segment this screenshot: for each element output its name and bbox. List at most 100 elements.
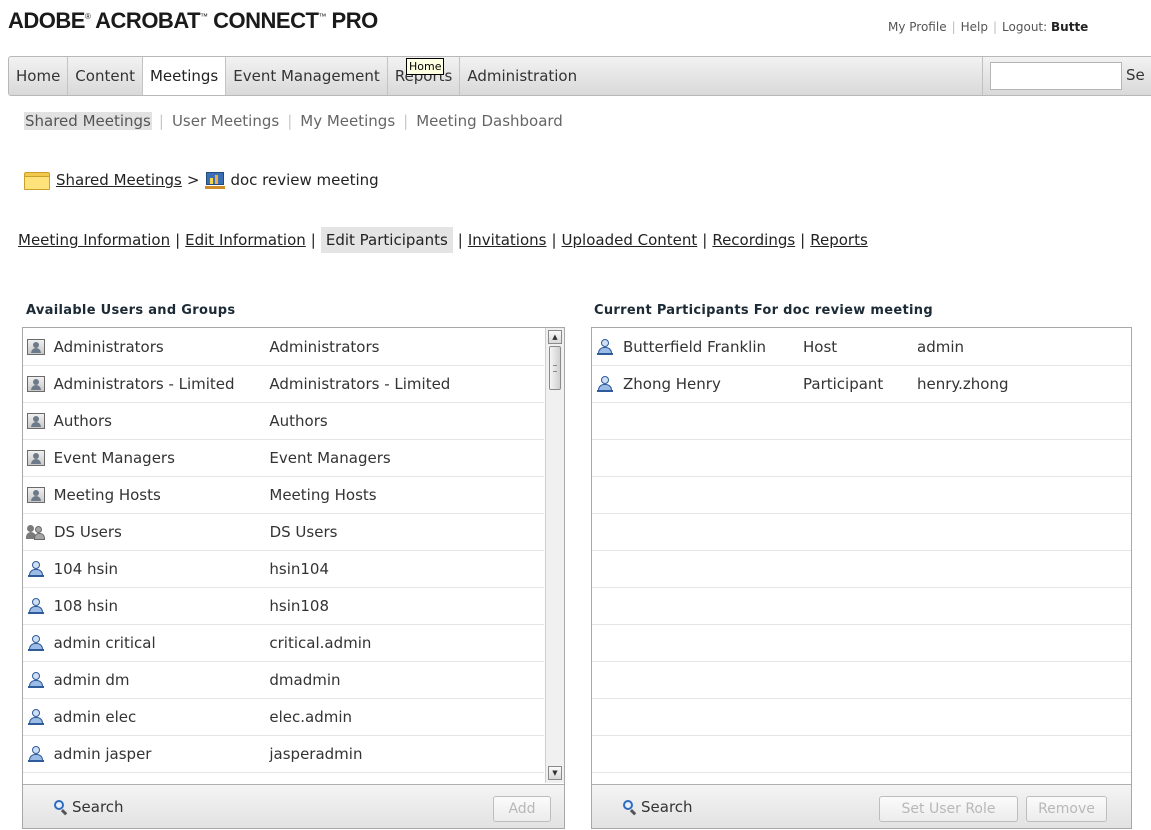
separator: | xyxy=(951,20,956,34)
available-user-row[interactable]: 104 hsin hsin104 xyxy=(23,551,544,588)
top-links: My Profile | Help | Logout: Butte xyxy=(888,20,1088,34)
user-name: admin elec xyxy=(53,708,137,726)
available-user-row[interactable]: admin elec elec.admin xyxy=(23,699,544,736)
row-icon-cell xyxy=(26,486,46,504)
available-users-footer: Search Add xyxy=(23,784,564,828)
user-name: 104 hsin xyxy=(53,560,119,578)
available-user-row[interactable]: admin jasper jasperadmin xyxy=(23,736,544,773)
participant-login: admin xyxy=(917,338,964,356)
tab-reports[interactable]: Reports xyxy=(810,231,868,249)
participants-search-button[interactable]: Search xyxy=(622,798,693,816)
nav-search-input[interactable] xyxy=(990,62,1122,90)
user-name: DS Users xyxy=(54,523,122,541)
available-users-panel: Administrators Administrators Administrato… xyxy=(22,327,565,829)
empty-row xyxy=(592,625,1131,662)
breadcrumb-current: doc review meeting xyxy=(230,171,379,189)
nav-content[interactable]: Content xyxy=(68,57,143,95)
user-login: Administrators xyxy=(269,338,380,356)
subnav-my-meetings[interactable]: My Meetings xyxy=(299,112,396,130)
scrollbar[interactable]: ▲ ▼ xyxy=(545,328,564,783)
current-participants-panel: Butterfield Franklin Host admin Zhong Henry… xyxy=(591,327,1132,829)
subnav-meeting-dashboard[interactable]: Meeting Dashboard xyxy=(415,112,564,130)
tab-edit-participants[interactable]: Edit Participants xyxy=(320,227,453,253)
logout-link[interactable]: Logout: xyxy=(1002,20,1047,34)
available-user-row[interactable]: DS Users DS Users xyxy=(23,514,544,551)
empty-row xyxy=(592,588,1131,625)
row-icon-cell xyxy=(26,782,46,783)
user-icon xyxy=(27,635,44,651)
available-user-row[interactable] xyxy=(23,773,544,783)
current-user-name: Butte xyxy=(1051,20,1089,34)
app-logo: ADOBE® ACROBAT™ CONNECT™ PRO xyxy=(8,8,378,33)
group-icon xyxy=(26,487,45,503)
available-user-row[interactable]: admin dm dmadmin xyxy=(23,662,544,699)
scroll-up-button[interactable]: ▲ xyxy=(548,330,562,344)
participants-list: Butterfield Franklin Host admin Zhong Henry… xyxy=(592,329,1131,783)
subnav-shared-meetings[interactable]: Shared Meetings xyxy=(24,112,152,130)
scroll-thumb[interactable] xyxy=(549,346,561,390)
tab-meeting-information[interactable]: Meeting Information xyxy=(18,231,170,249)
tab-invitations[interactable]: Invitations xyxy=(468,231,547,249)
empty-row xyxy=(592,514,1131,551)
empty-row xyxy=(592,699,1131,736)
nav-home[interactable]: Home xyxy=(9,57,69,95)
user-login: Event Managers xyxy=(269,449,391,467)
tab-uploaded-content[interactable]: Uploaded Content xyxy=(562,231,698,249)
help-link[interactable]: Help xyxy=(961,20,988,34)
nav-administration[interactable]: Administration xyxy=(460,57,584,95)
user-login: hsin104 xyxy=(269,560,330,578)
user-icon xyxy=(27,709,44,725)
my-profile-link[interactable]: My Profile xyxy=(888,20,947,34)
available-user-row[interactable]: 108 hsin hsin108 xyxy=(23,588,544,625)
row-icon-cell xyxy=(595,375,615,393)
separator: | xyxy=(457,231,463,249)
scroll-down-button[interactable]: ▼ xyxy=(548,766,562,780)
empty-row xyxy=(592,662,1131,699)
group-icon xyxy=(26,339,45,355)
current-participants-title: Current Participants For doc review meet… xyxy=(594,303,933,318)
user-login: hsin108 xyxy=(269,597,330,615)
user-name: Meeting Hosts xyxy=(53,486,161,504)
available-user-row[interactable]: admin critical critical.admin xyxy=(23,625,544,662)
participant-role: Participant xyxy=(803,375,884,393)
tab-edit-information[interactable]: Edit Information xyxy=(185,231,306,249)
row-icon-cell xyxy=(26,375,46,393)
available-user-row[interactable]: Meeting Hosts Meeting Hosts xyxy=(23,477,544,514)
available-search-button[interactable]: Search xyxy=(53,798,124,816)
breadcrumb-shared-meetings-link[interactable]: Shared Meetings xyxy=(56,171,182,189)
row-icon-cell xyxy=(26,560,46,578)
available-user-row[interactable]: Event Managers Event Managers xyxy=(23,440,544,477)
row-icon-cell xyxy=(26,634,46,652)
available-users-list: Administrators Administrators Administrato… xyxy=(23,329,544,783)
breadcrumb: Shared Meetings > doc review meeting xyxy=(24,170,379,190)
participant-name: Zhong Henry xyxy=(623,375,721,393)
available-user-row[interactable]: Administrators Administrators xyxy=(23,329,544,366)
separator: | xyxy=(175,231,181,249)
available-user-row[interactable]: Administrators - Limited Administrators -… xyxy=(23,366,544,403)
user-login: Meeting Hosts xyxy=(269,486,377,504)
meeting-icon xyxy=(205,170,226,190)
separator: | xyxy=(158,112,164,130)
user-login: dmadmin xyxy=(269,671,341,689)
add-button[interactable]: Add xyxy=(493,796,551,822)
search-label: Search xyxy=(72,798,124,816)
available-user-row[interactable]: Authors Authors xyxy=(23,403,544,440)
available-users-title: Available Users and Groups xyxy=(26,303,236,318)
remove-button[interactable]: Remove xyxy=(1026,796,1107,822)
separator: | xyxy=(800,231,806,249)
folder-icon xyxy=(24,170,50,190)
nav-search-button[interactable]: Se xyxy=(1126,66,1145,84)
magnifier-icon xyxy=(53,799,69,816)
user-name: admin dm xyxy=(53,671,130,689)
tab-recordings[interactable]: Recordings xyxy=(712,231,795,249)
subnav-user-meetings[interactable]: User Meetings xyxy=(171,112,280,130)
user-login: elec.admin xyxy=(269,708,353,726)
row-icon-cell xyxy=(26,708,46,726)
set-user-role-button[interactable]: Set User Role xyxy=(879,796,1018,822)
nav-event-management[interactable]: Event Management xyxy=(226,57,388,95)
tooltip: Home xyxy=(406,58,445,75)
nav-meetings[interactable]: Meetings xyxy=(142,57,227,95)
participant-row[interactable]: Butterfield Franklin Host admin xyxy=(592,329,1131,366)
user-name: 108 hsin xyxy=(53,597,119,615)
participant-row[interactable]: Zhong Henry Participant henry.zhong xyxy=(592,366,1131,403)
